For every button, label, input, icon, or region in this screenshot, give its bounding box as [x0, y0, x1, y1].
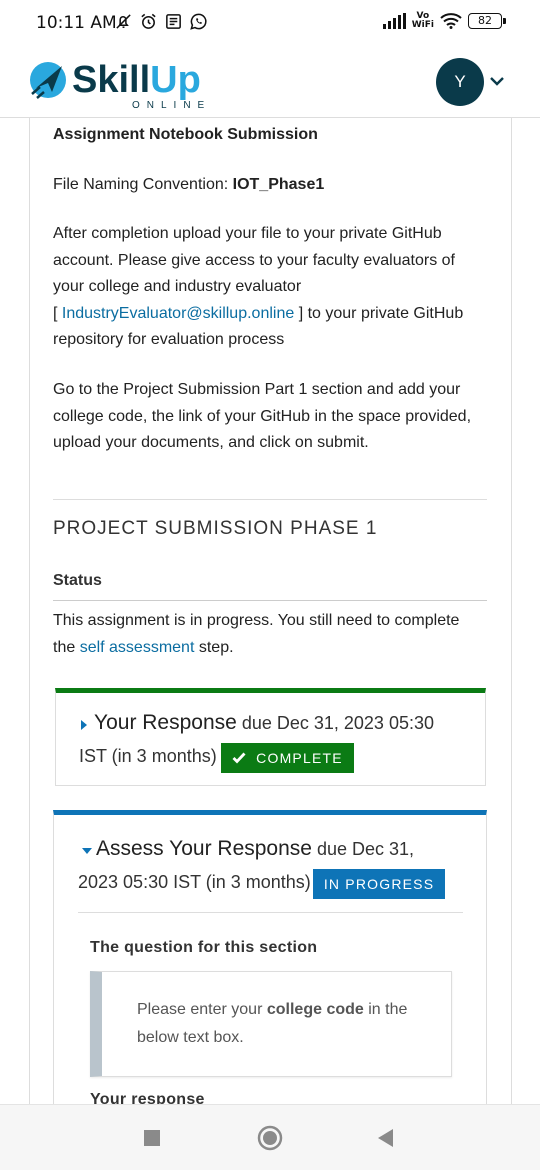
project-title: PROJECT SUBMISSION PHASE 1: [53, 518, 378, 539]
user-avatar[interactable]: Y: [436, 58, 484, 106]
android-nav-bar: [0, 1104, 540, 1170]
status-heading: Status: [53, 572, 102, 589]
question-heading: The question for this section: [90, 939, 318, 956]
naming-convention: File Naming Convention: IOT_Phase1: [53, 176, 325, 193]
chevron-down-icon[interactable]: [488, 72, 506, 90]
logo-text: SkillUp: [72, 59, 201, 101]
section-divider: [53, 499, 487, 500]
status-divider: [53, 600, 487, 601]
response-heading: Your response: [90, 1091, 205, 1104]
self-assessment-link[interactable]: self assessment: [80, 639, 195, 656]
evaluator-email-link[interactable]: IndustryEvaluator@skillup.online: [62, 305, 294, 322]
logo-subtext: ONLINE: [132, 100, 211, 110]
status-time: 10:11 AM: [36, 13, 117, 33]
home-icon[interactable]: [257, 1125, 283, 1151]
status-bar: 10:11 AM Vo WiFi 82: [0, 0, 540, 46]
step-due-line2: IST (in 3 months): [79, 746, 217, 766]
back-icon[interactable]: [373, 1125, 399, 1151]
caret-down-icon[interactable]: [80, 845, 94, 857]
assignment-heading: Assignment Notebook Submission: [53, 126, 318, 143]
notification-icons: [114, 12, 208, 31]
whatsapp-icon: [190, 13, 207, 30]
battery-indicator: 82: [468, 13, 506, 29]
caret-right-icon[interactable]: [78, 718, 90, 732]
submission-instructions: Go to the Project Submission Part 1 sect…: [53, 381, 472, 451]
status-text: This assignment is in progress. You stil…: [53, 612, 460, 656]
alarm-icon: [141, 13, 156, 29]
vowifi-label: Vo WiFi: [411, 11, 434, 30]
complete-badge: COMPLETE: [221, 742, 354, 773]
main-content[interactable]: Assignment Notebook Submission File Nami…: [0, 118, 540, 1104]
card-divider: [78, 912, 463, 913]
app-header: SkillUp ONLINE Y: [0, 46, 540, 118]
naming-value: IOT_Phase1: [232, 176, 325, 193]
step-assess-response[interactable]: Assess Your Response due Dec 31, 2023 05…: [53, 810, 487, 1104]
wifi-icon: [440, 13, 462, 29]
signal-icon: [382, 13, 406, 29]
step-due: due Dec 31, 2023 05:30: [236, 713, 434, 733]
step-due: due Dec 31,: [311, 839, 415, 859]
step-your-response[interactable]: Your Response due Dec 31, 2023 05:30 IST…: [55, 688, 486, 786]
in-progress-badge: IN PROGRESS: [312, 868, 446, 899]
skillup-logo[interactable]: SkillUp ONLINE: [28, 54, 238, 110]
system-status: Vo WiFi 82: [382, 11, 506, 30]
instructions-paragraph: After completion upload your file to you…: [53, 225, 464, 348]
mute-icon: [116, 14, 131, 29]
step-title[interactable]: Your Response: [94, 711, 237, 734]
question-text: Please enter your college code in the be…: [137, 1001, 408, 1046]
step-title[interactable]: Assess Your Response: [96, 837, 312, 860]
check-icon: [232, 752, 246, 764]
news-icon: [166, 14, 181, 29]
question-box: Please enter your college code in the be…: [90, 971, 452, 1077]
step-due-line2: 2023 05:30 IST (in 3 months): [78, 872, 311, 892]
recent-apps-icon[interactable]: [139, 1125, 165, 1151]
